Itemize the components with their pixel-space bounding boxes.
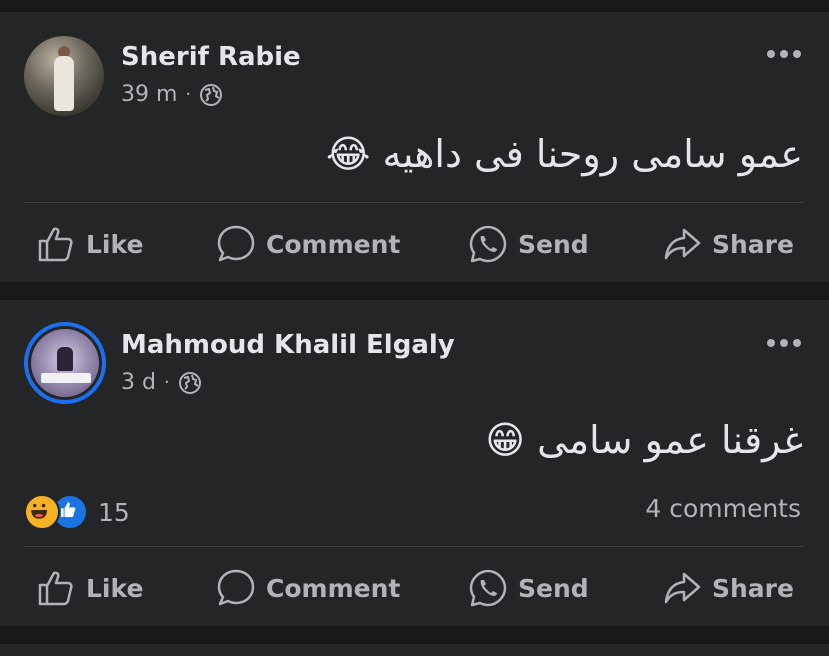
comment-bubble-icon [217,569,255,606]
share-label: Share [712,229,794,259]
reactions-count: 15 [98,497,130,527]
divider [24,546,803,547]
share-button[interactable]: Share [662,214,794,274]
avatar[interactable] [24,36,104,116]
post-time[interactable]: 3 d [121,370,156,395]
comment-button[interactable]: Comment [216,558,400,618]
like-label: Like [86,229,144,259]
post-text: غرقنا عمو سامى 😁 [485,418,803,462]
send-label: Send [518,229,589,259]
send-button[interactable]: Send [468,558,589,618]
share-label: Share [712,573,794,603]
meta-separator: · [163,372,170,393]
comment-bubble-icon [217,225,255,262]
comment-label: Comment [266,229,401,259]
like-button[interactable]: Like [36,558,143,618]
thumbs-up-icon [38,571,73,606]
thumbs-up-icon [38,227,73,262]
post-meta: 3 d · [121,370,202,395]
like-label: Like [86,573,144,603]
share-arrow-icon [664,572,701,604]
post-text: عمو سامى روحنا فى داهيه 😂 [326,132,803,176]
comment-button[interactable]: Comment [216,214,400,274]
post-card: Mahmoud Khalil Elgaly 3 d · غرقنا عمو سا… [0,300,829,626]
reactions-summary[interactable]: 15 [24,494,130,530]
whatsapp-icon [469,569,507,607]
post-author[interactable]: Mahmoud Khalil Elgaly [121,330,455,360]
more-options-icon[interactable] [767,49,801,59]
post-card: Sherif Rabie 39 m · عمو سامى روحنا فى دا… [0,12,829,282]
like-button[interactable]: Like [36,214,143,274]
avatar-person [57,347,73,371]
divider [24,202,803,203]
post-time[interactable]: 39 m [121,82,177,107]
share-button[interactable]: Share [662,558,794,618]
avatar[interactable] [24,322,106,404]
send-label: Send [518,573,589,603]
haha-reaction-icon [24,494,60,530]
avatar-desk [41,373,91,383]
send-button[interactable]: Send [468,214,589,274]
post-actions: Like Comment Send Share [0,558,829,618]
avatar-figure [54,56,74,111]
avatar-image [31,329,99,397]
more-options-icon[interactable] [767,338,801,348]
share-arrow-icon [664,228,701,260]
globe-icon [178,371,201,394]
post-meta: 39 m · [121,82,223,107]
whatsapp-icon [469,225,507,263]
post-actions: Like Comment Send Share [0,214,829,274]
post-author[interactable]: Sherif Rabie [121,42,301,72]
comment-label: Comment [266,573,401,603]
post-card-partial [0,644,829,656]
globe-icon [200,83,223,106]
meta-separator: · [185,84,192,105]
comments-count[interactable]: 4 comments [645,494,801,523]
